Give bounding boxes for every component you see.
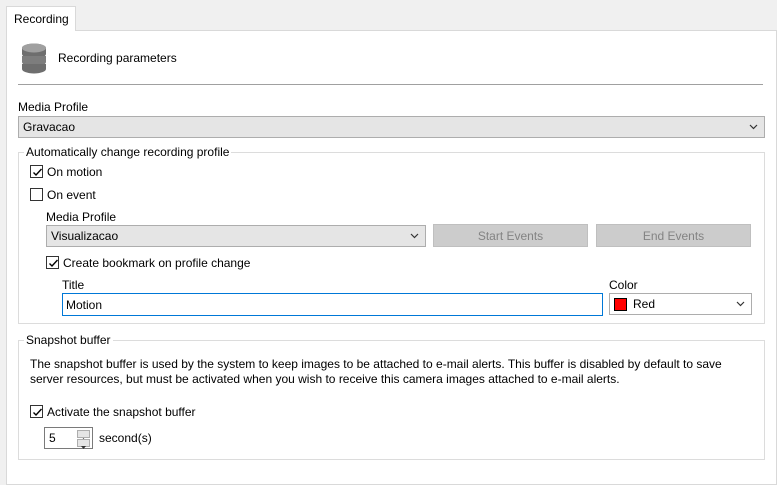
chevron-down-icon	[749, 124, 758, 130]
create-bookmark-label: Create bookmark on profile change	[63, 256, 251, 270]
media-profile-select[interactable]: Gravacao	[18, 116, 765, 138]
tab-recording-label: Recording	[14, 12, 69, 26]
color-select[interactable]: Red	[609, 293, 752, 315]
title-input[interactable]: Motion	[62, 293, 603, 316]
chevron-down-icon	[410, 233, 419, 239]
header-divider	[18, 84, 763, 85]
seconds-unit-label: second(s)	[99, 431, 152, 445]
on-event-label: On event	[47, 188, 96, 202]
activate-snapshot-label: Activate the snapshot buffer	[47, 405, 196, 419]
stepper-down-button[interactable]	[77, 439, 90, 449]
event-media-profile-select[interactable]: Visualizacao	[46, 225, 426, 247]
on-motion-checkbox[interactable]	[30, 165, 43, 178]
media-profile-label: Media Profile	[18, 100, 89, 114]
snapshot-description: The snapshot buffer is used by the syste…	[30, 357, 722, 386]
seconds-stepper[interactable]: 5	[44, 427, 93, 449]
title-label: Title	[62, 278, 85, 292]
check-icon	[49, 259, 59, 268]
start-events-button[interactable]: Start Events	[433, 224, 588, 247]
stepper-up-button[interactable]	[77, 430, 90, 441]
media-profile-value: Gravacao	[23, 120, 76, 134]
create-bookmark-checkbox[interactable]	[46, 256, 59, 269]
snapshot-legend: Snapshot buffer	[24, 333, 113, 347]
database-icon	[20, 42, 48, 74]
activate-snapshot-checkbox[interactable]	[30, 405, 43, 418]
event-media-profile-value: Visualizacao	[51, 229, 119, 243]
arrow-down-icon	[81, 446, 86, 449]
color-label: Color	[609, 278, 638, 292]
tab-recording[interactable]: Recording	[6, 6, 76, 31]
check-icon	[33, 408, 43, 417]
title-input-value: Motion	[66, 298, 103, 312]
end-events-button[interactable]: End Events	[596, 224, 751, 247]
on-motion-label: On motion	[47, 165, 103, 179]
auto-change-legend: Automatically change recording profile	[24, 145, 232, 159]
on-event-checkbox[interactable]	[30, 188, 43, 201]
page-title: Recording parameters	[58, 51, 177, 65]
check-icon	[33, 168, 43, 177]
seconds-value: 5	[49, 431, 56, 445]
color-value: Red	[633, 297, 656, 311]
color-swatch	[614, 298, 627, 311]
chevron-down-icon	[736, 301, 745, 307]
event-media-profile-label: Media Profile	[46, 210, 117, 224]
